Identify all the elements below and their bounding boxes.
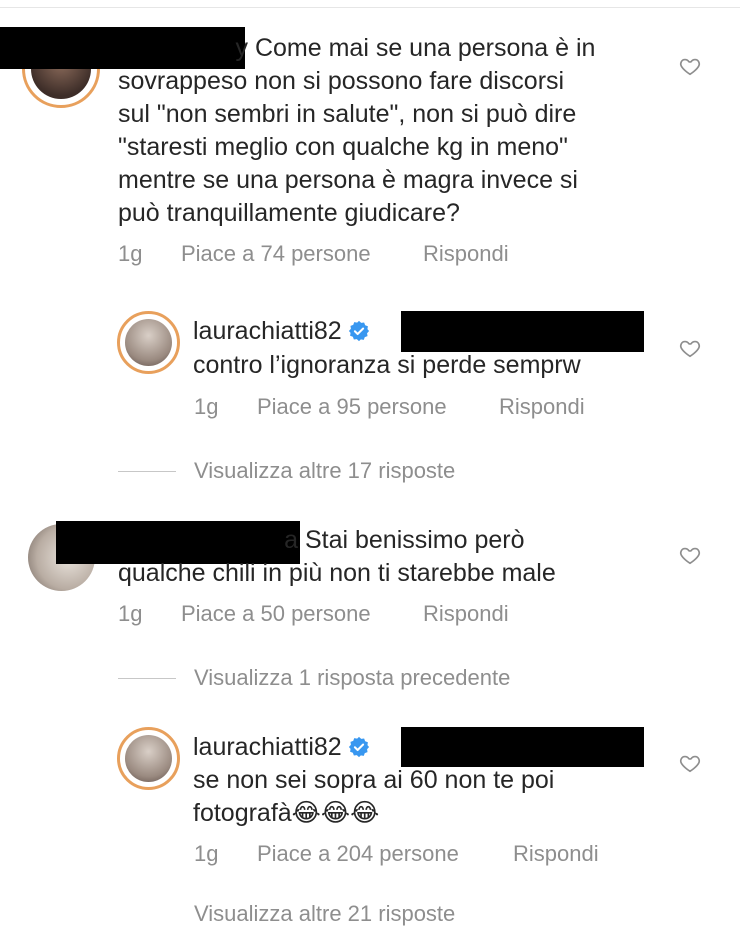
redacted-mention xyxy=(401,727,644,767)
view-more-divider xyxy=(118,471,176,472)
comment-text: se non sei sopra ai 60 non te poi fotogr… xyxy=(193,766,555,827)
timestamp: 1g xyxy=(118,241,143,266)
timestamp: 1g xyxy=(118,601,143,626)
comment-author[interactable]: laurachiatti82 xyxy=(193,315,370,348)
top-divider xyxy=(0,7,740,8)
reply-button[interactable]: Rispondi xyxy=(499,393,585,421)
username-suffix: a xyxy=(284,526,298,554)
view-previous-divider xyxy=(118,678,176,679)
avatar[interactable] xyxy=(117,311,180,374)
comment-text: contro l’ignoranza si perde semprw xyxy=(193,351,581,379)
view-more-replies-button[interactable]: Visualizza altre 17 risposte xyxy=(194,457,455,485)
like-heart-icon[interactable] xyxy=(679,752,701,774)
likes-link[interactable]: Piace a 95 persone xyxy=(257,393,499,421)
reply-button[interactable]: Rispondi xyxy=(423,240,509,268)
view-previous-reply-button[interactable]: Visualizza 1 risposta precedente xyxy=(194,664,510,692)
comment-author[interactable]: laurachiatti82 xyxy=(193,731,370,764)
likes-link[interactable]: Piace a 50 persone xyxy=(181,600,423,628)
comment-text: a Stai benissimo però qualche chili in p… xyxy=(118,526,556,587)
avatar[interactable] xyxy=(117,727,180,790)
comment-meta: 1g Piace a 204 persone Rispondi xyxy=(194,840,599,868)
like-heart-icon[interactable] xyxy=(679,55,701,77)
comment-meta: 1g Piace a 50 persone Rispondi xyxy=(118,600,509,628)
likes-link[interactable]: Piace a 74 persone xyxy=(181,240,423,268)
timestamp: 1g xyxy=(194,841,219,866)
verified-badge-icon xyxy=(348,736,369,758)
username-suffix: y xyxy=(235,34,249,62)
view-more-replies-cutoff[interactable]: Visualizza altre 21 risposte xyxy=(194,900,455,928)
reply-button[interactable]: Rispondi xyxy=(513,840,599,868)
likes-link[interactable]: Piace a 204 persone xyxy=(257,840,513,868)
like-heart-icon[interactable] xyxy=(679,337,701,359)
timestamp: 1g xyxy=(194,394,219,419)
redacted-mention xyxy=(401,311,644,352)
verified-badge-icon xyxy=(348,320,369,342)
reply-button[interactable]: Rispondi xyxy=(423,600,509,628)
comment-meta: 1g Piace a 95 persone Rispondi xyxy=(194,393,585,421)
comment-text: y Come mai se una persona è in sovrappes… xyxy=(118,34,596,227)
comment-meta: 1g Piace a 74 persone Rispondi xyxy=(118,240,509,268)
like-heart-icon[interactable] xyxy=(679,544,701,566)
